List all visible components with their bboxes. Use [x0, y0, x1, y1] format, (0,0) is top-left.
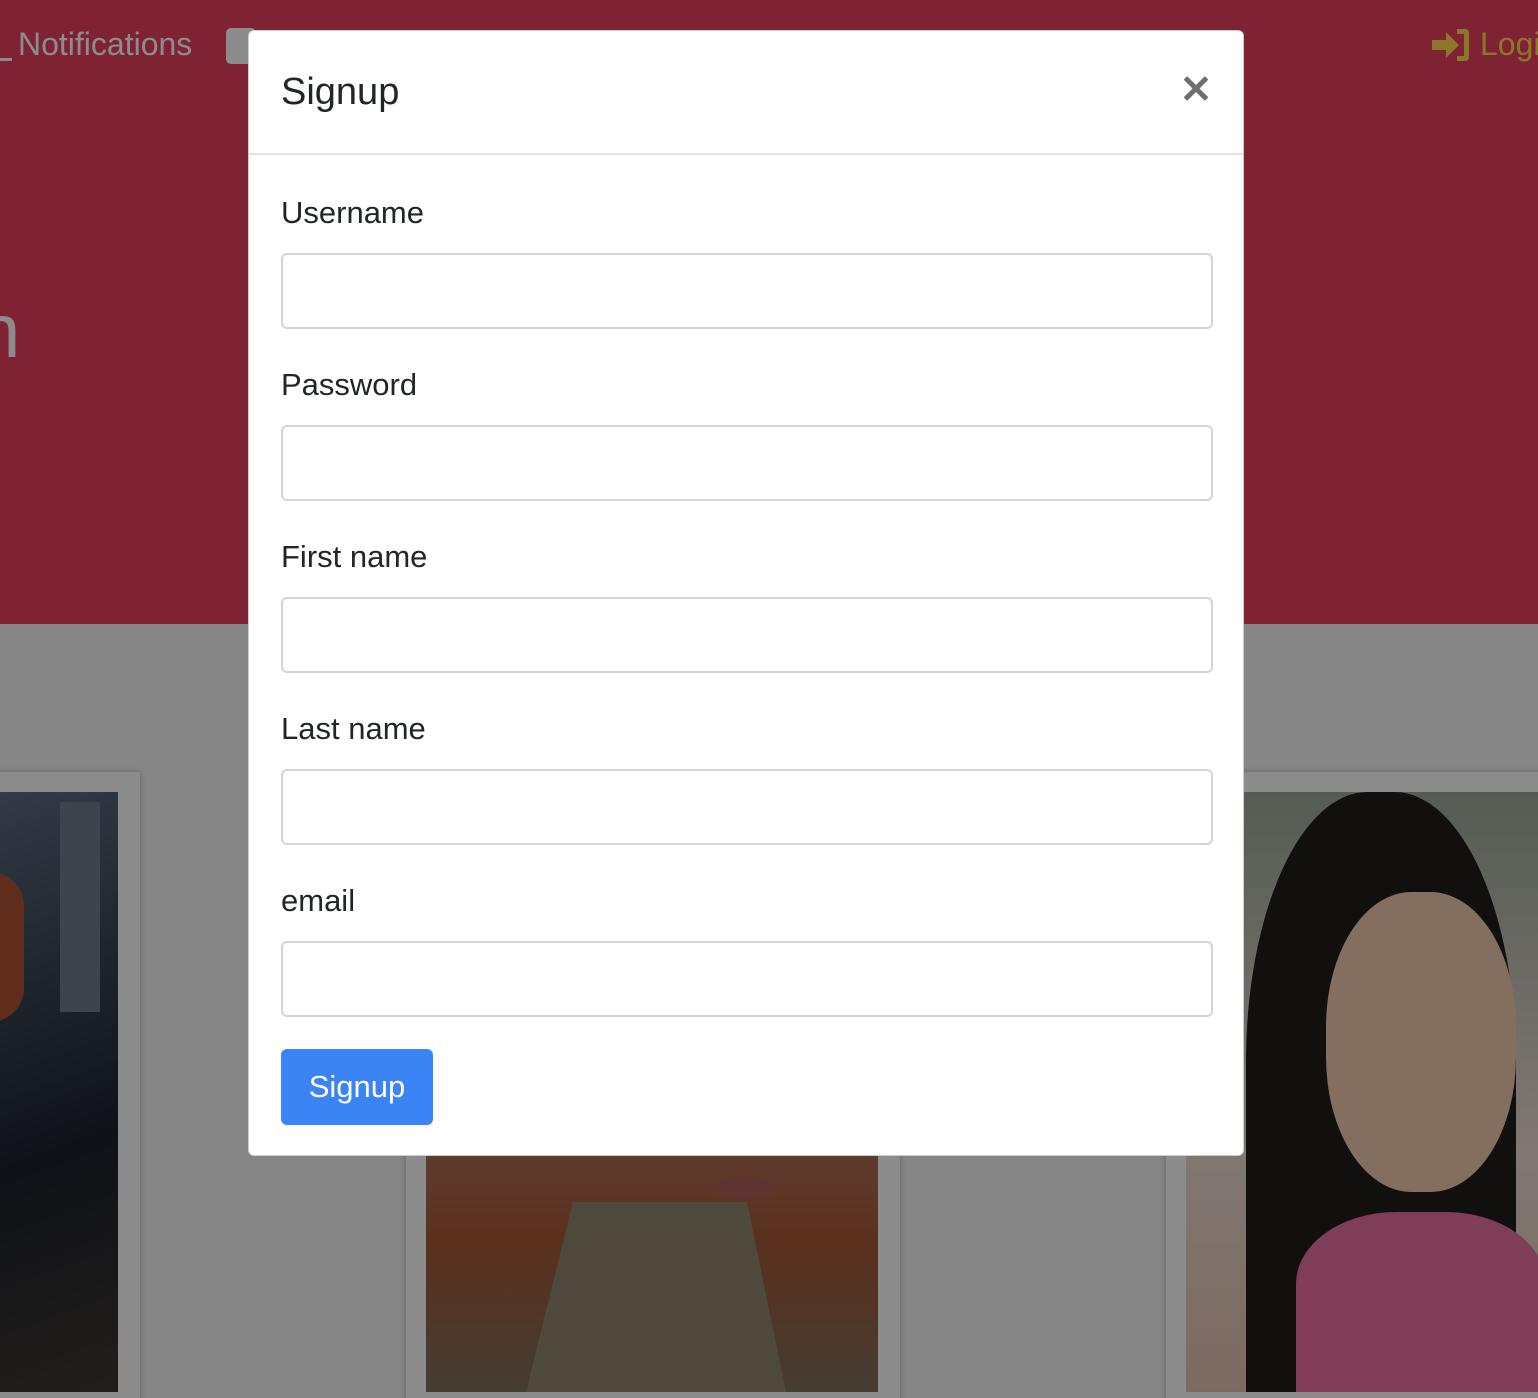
last-name-label: Last name [281, 711, 426, 746]
modal-header: Signup [249, 31, 1243, 155]
modal-title: Signup [281, 71, 400, 113]
signup-modal: Signup Username Password First name Last… [248, 30, 1244, 1156]
password-label: Password [281, 367, 418, 402]
password-input[interactable] [281, 425, 1213, 501]
username-input[interactable] [281, 253, 1213, 329]
signup-button[interactable]: Signup [281, 1049, 433, 1125]
close-button[interactable] [1179, 71, 1215, 107]
username-label: Username [281, 195, 424, 230]
email-label: email [281, 883, 356, 918]
email-input[interactable] [281, 941, 1213, 1017]
first-name-label: First name [281, 539, 428, 574]
last-name-input[interactable] [281, 769, 1213, 845]
first-name-input[interactable] [281, 597, 1213, 673]
